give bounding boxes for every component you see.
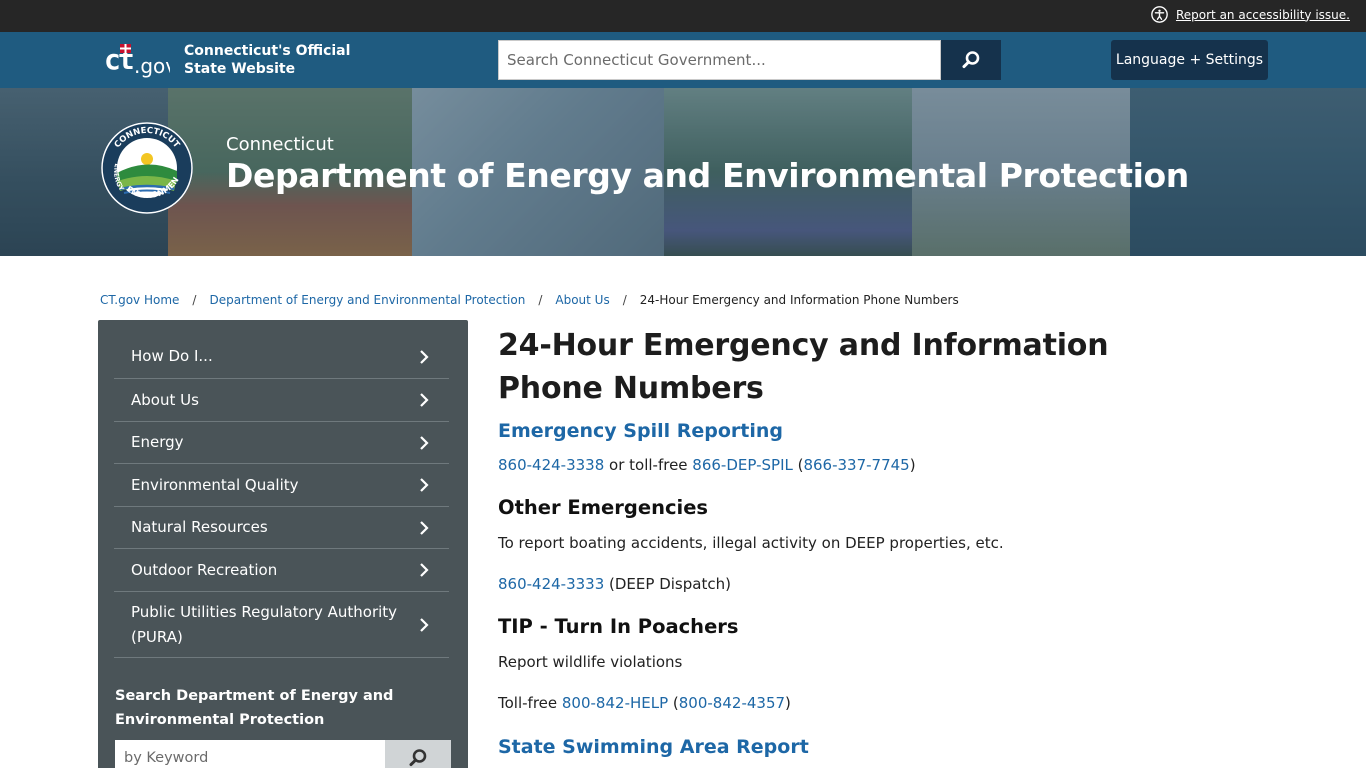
- side-nav-list: How Do I... About Us Energy Environmenta…: [114, 335, 449, 658]
- search-icon: [962, 51, 980, 69]
- spill-tollfree-link[interactable]: 866-DEP-SPIL: [692, 456, 793, 474]
- sidenav-item-label: Energy: [131, 433, 184, 451]
- other-emergencies-heading: Other Emergencies: [498, 496, 709, 519]
- sidenav-item-label: Public Utilities Regulatory Authority (P…: [131, 602, 398, 646]
- breadcrumb-about-us[interactable]: About Us: [555, 293, 609, 307]
- sidenav-item-about-us[interactable]: About Us: [114, 379, 449, 422]
- tip-phone-link[interactable]: 800-842-HELP: [562, 694, 668, 712]
- tip-phone-line: Toll-free 800-842-HELP (800-842-4357): [498, 694, 791, 712]
- spill-text: ): [909, 456, 916, 474]
- chevron-right-icon: [420, 435, 429, 450]
- side-search-title: Search Department of Energy and Environm…: [115, 688, 394, 728]
- sidenav-item-outdoor-recreation[interactable]: Outdoor Recreation: [114, 549, 449, 592]
- breadcrumb-current: 24-Hour Emergency and Information Phone …: [639, 293, 959, 307]
- chevron-right-icon: [420, 349, 429, 364]
- tip-text: ): [785, 694, 791, 712]
- side-navigation: How Do I... About Us Energy Environmenta…: [98, 320, 468, 768]
- tip-desc: Report wildlife violations: [498, 653, 683, 671]
- ct-gov-logo[interactable]: ct .gov: [104, 42, 170, 78]
- spill-phone-link[interactable]: 860-424-3338: [498, 456, 604, 474]
- sidenav-item-label: About Us: [131, 390, 199, 409]
- breadcrumb: CT.gov Home / Department of Energy and E…: [100, 293, 959, 307]
- other-emergencies-desc: To report boating accidents, illegal act…: [498, 534, 1004, 552]
- accessibility-link[interactable]: Report an accessibility issue.: [1176, 8, 1350, 22]
- spill-text: or toll-free: [604, 456, 693, 474]
- sidenav-item-label: How Do I...: [131, 347, 213, 365]
- sidenav-item-label: Natural Resources: [131, 518, 268, 536]
- hero-banner: CONNECTICUT ENVIRONMENT ENERGY Connectic…: [0, 88, 1366, 256]
- utility-bar: Report an accessibility issue.: [0, 0, 1366, 32]
- emergency-spill-heading-link[interactable]: Emergency Spill Reporting: [498, 420, 783, 442]
- sidenav-item-label: Environmental Quality: [131, 475, 299, 494]
- site-name-line1: Connecticut's Official: [184, 43, 351, 59]
- sidenav-item-environmental-quality[interactable]: Environmental Quality: [114, 464, 449, 507]
- deep-seal-logo[interactable]: CONNECTICUT ENVIRONMENT ENERGY: [100, 121, 194, 215]
- chevron-right-icon: [420, 478, 429, 492]
- tip-heading: TIP - Turn In Poachers: [498, 615, 739, 638]
- site-name-line2: State Website: [184, 61, 296, 77]
- accessibility-icon: [1151, 6, 1168, 23]
- spill-tollfree-number-link[interactable]: 866-337-7745: [803, 456, 909, 474]
- agency-state-label: Connecticut: [226, 134, 334, 155]
- side-search-button[interactable]: [385, 740, 451, 768]
- dispatch-phone-link[interactable]: 860-424-3333: [498, 575, 604, 593]
- sidenav-item-natural-resources[interactable]: Natural Resources: [114, 507, 449, 549]
- breadcrumb-separator: /: [192, 293, 197, 307]
- agency-title[interactable]: Department of Energy and Environmental P…: [226, 156, 1189, 195]
- chevron-right-icon: [420, 520, 429, 535]
- breadcrumb-separator: /: [538, 293, 543, 307]
- global-search-input[interactable]: Search Connecticut Government...: [498, 40, 941, 80]
- sidenav-item-pura[interactable]: Public Utilities Regulatory Authority (P…: [114, 592, 449, 658]
- breadcrumb-deep[interactable]: Department of Energy and Environmental P…: [209, 293, 525, 307]
- spill-phone-line: 860-424-3338 or toll-free 866-DEP-SPIL (…: [498, 456, 916, 474]
- breadcrumb-ctgov-home[interactable]: CT.gov Home: [100, 293, 179, 307]
- svg-text:.gov: .gov: [134, 54, 170, 78]
- accessibility-report[interactable]: Report an accessibility issue.: [1151, 6, 1350, 23]
- tip-phone-number-link[interactable]: 800-842-4357: [679, 694, 785, 712]
- chevron-right-icon: [420, 563, 429, 577]
- site-name[interactable]: Connecticut's Official State Website: [184, 42, 354, 78]
- sidenav-item-label: Outdoor Recreation: [131, 560, 278, 579]
- sidenav-item-energy[interactable]: Energy: [114, 422, 449, 464]
- chevron-right-icon: [420, 617, 429, 632]
- swimming-area-report-link[interactable]: State Swimming Area Report: [498, 736, 809, 758]
- tip-prefix: Toll-free: [498, 694, 562, 712]
- global-search-button[interactable]: [941, 40, 1001, 80]
- page-title: 24-Hour Emergency and Information Phone …: [498, 328, 1109, 406]
- sidenav-item-how-do-i[interactable]: How Do I...: [114, 335, 449, 379]
- dispatch-phone-line: 860-424-3333 (DEEP Dispatch): [498, 575, 731, 593]
- language-settings-button[interactable]: Language + Settings: [1111, 40, 1268, 80]
- spill-text: (: [792, 456, 804, 474]
- side-search-input[interactable]: by Keyword: [115, 740, 385, 768]
- dispatch-note: (DEEP Dispatch): [604, 575, 731, 593]
- global-header: ct .gov Connecticut's Official State Web…: [0, 32, 1366, 88]
- chevron-right-icon: [420, 393, 429, 407]
- tip-text: (: [668, 694, 679, 712]
- breadcrumb-separator: /: [622, 293, 627, 307]
- search-icon: [409, 749, 427, 767]
